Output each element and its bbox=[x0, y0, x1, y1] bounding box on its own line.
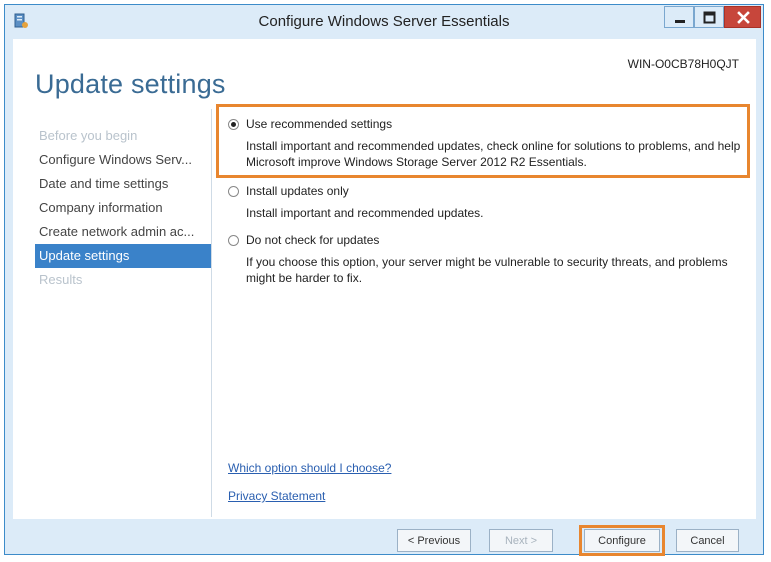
install-only-description: Install important and recommended update… bbox=[246, 206, 484, 220]
wizard-nav: Before you begin Configure Windows Serv.… bbox=[35, 124, 211, 292]
title-bar[interactable]: Configure Windows Server Essentials bbox=[5, 5, 763, 39]
configure-button[interactable]: Configure bbox=[584, 529, 660, 552]
window-title: Configure Windows Server Essentials bbox=[258, 13, 510, 30]
privacy-statement-link[interactable]: Privacy Statement bbox=[228, 489, 325, 503]
maximize-button[interactable] bbox=[694, 6, 724, 28]
do-not-check-radio[interactable] bbox=[228, 235, 239, 246]
wizard-window: Configure Windows Server Essentials Upda… bbox=[4, 4, 764, 556]
nav-item-results: Results bbox=[39, 272, 83, 287]
wizard-content: Update settings WIN-O0CB78H0QJT Before y… bbox=[13, 39, 756, 519]
close-icon bbox=[737, 11, 750, 24]
minimize-icon bbox=[675, 20, 685, 23]
nav-item-create-admin[interactable]: Create network admin ac... bbox=[35, 220, 211, 244]
page-title: Update settings bbox=[35, 69, 226, 99]
minimize-button[interactable] bbox=[664, 6, 694, 28]
recommended-radio[interactable] bbox=[228, 119, 239, 130]
option-recommended[interactable]: Use recommended settings Install importa… bbox=[220, 117, 750, 170]
do-not-check-label[interactable]: Do not check for updates bbox=[246, 233, 379, 247]
option-install-only[interactable]: Install updates only Install important a… bbox=[220, 184, 750, 221]
nav-item-update-settings[interactable]: Update settings bbox=[35, 244, 211, 268]
which-option-link[interactable]: Which option should I choose? bbox=[228, 461, 391, 475]
do-not-check-description: If you choose this option, your server m… bbox=[246, 255, 728, 285]
maximize-icon bbox=[703, 11, 716, 24]
install-only-radio[interactable] bbox=[228, 186, 239, 197]
nav-divider bbox=[211, 109, 212, 517]
nav-item-date-time[interactable]: Date and time settings bbox=[35, 172, 211, 196]
previous-button[interactable]: < Previous bbox=[397, 529, 471, 552]
nav-item-configure-windows[interactable]: Configure Windows Serv... bbox=[35, 148, 211, 172]
close-button[interactable] bbox=[724, 6, 761, 28]
option-do-not-check[interactable]: Do not check for updates If you choose t… bbox=[220, 233, 750, 286]
install-only-label[interactable]: Install updates only bbox=[246, 184, 349, 198]
cancel-button[interactable]: Cancel bbox=[676, 529, 739, 552]
server-name: WIN-O0CB78H0QJT bbox=[627, 57, 739, 71]
nav-item-company-information[interactable]: Company information bbox=[35, 196, 211, 220]
recommended-description: Install important and recommended update… bbox=[246, 139, 741, 169]
nav-item-before-you-begin: Before you begin bbox=[39, 128, 138, 143]
recommended-label[interactable]: Use recommended settings bbox=[246, 117, 392, 131]
next-button[interactable]: Next > bbox=[489, 529, 553, 552]
wizard-footer: < Previous Next > Configure Cancel bbox=[5, 519, 763, 556]
